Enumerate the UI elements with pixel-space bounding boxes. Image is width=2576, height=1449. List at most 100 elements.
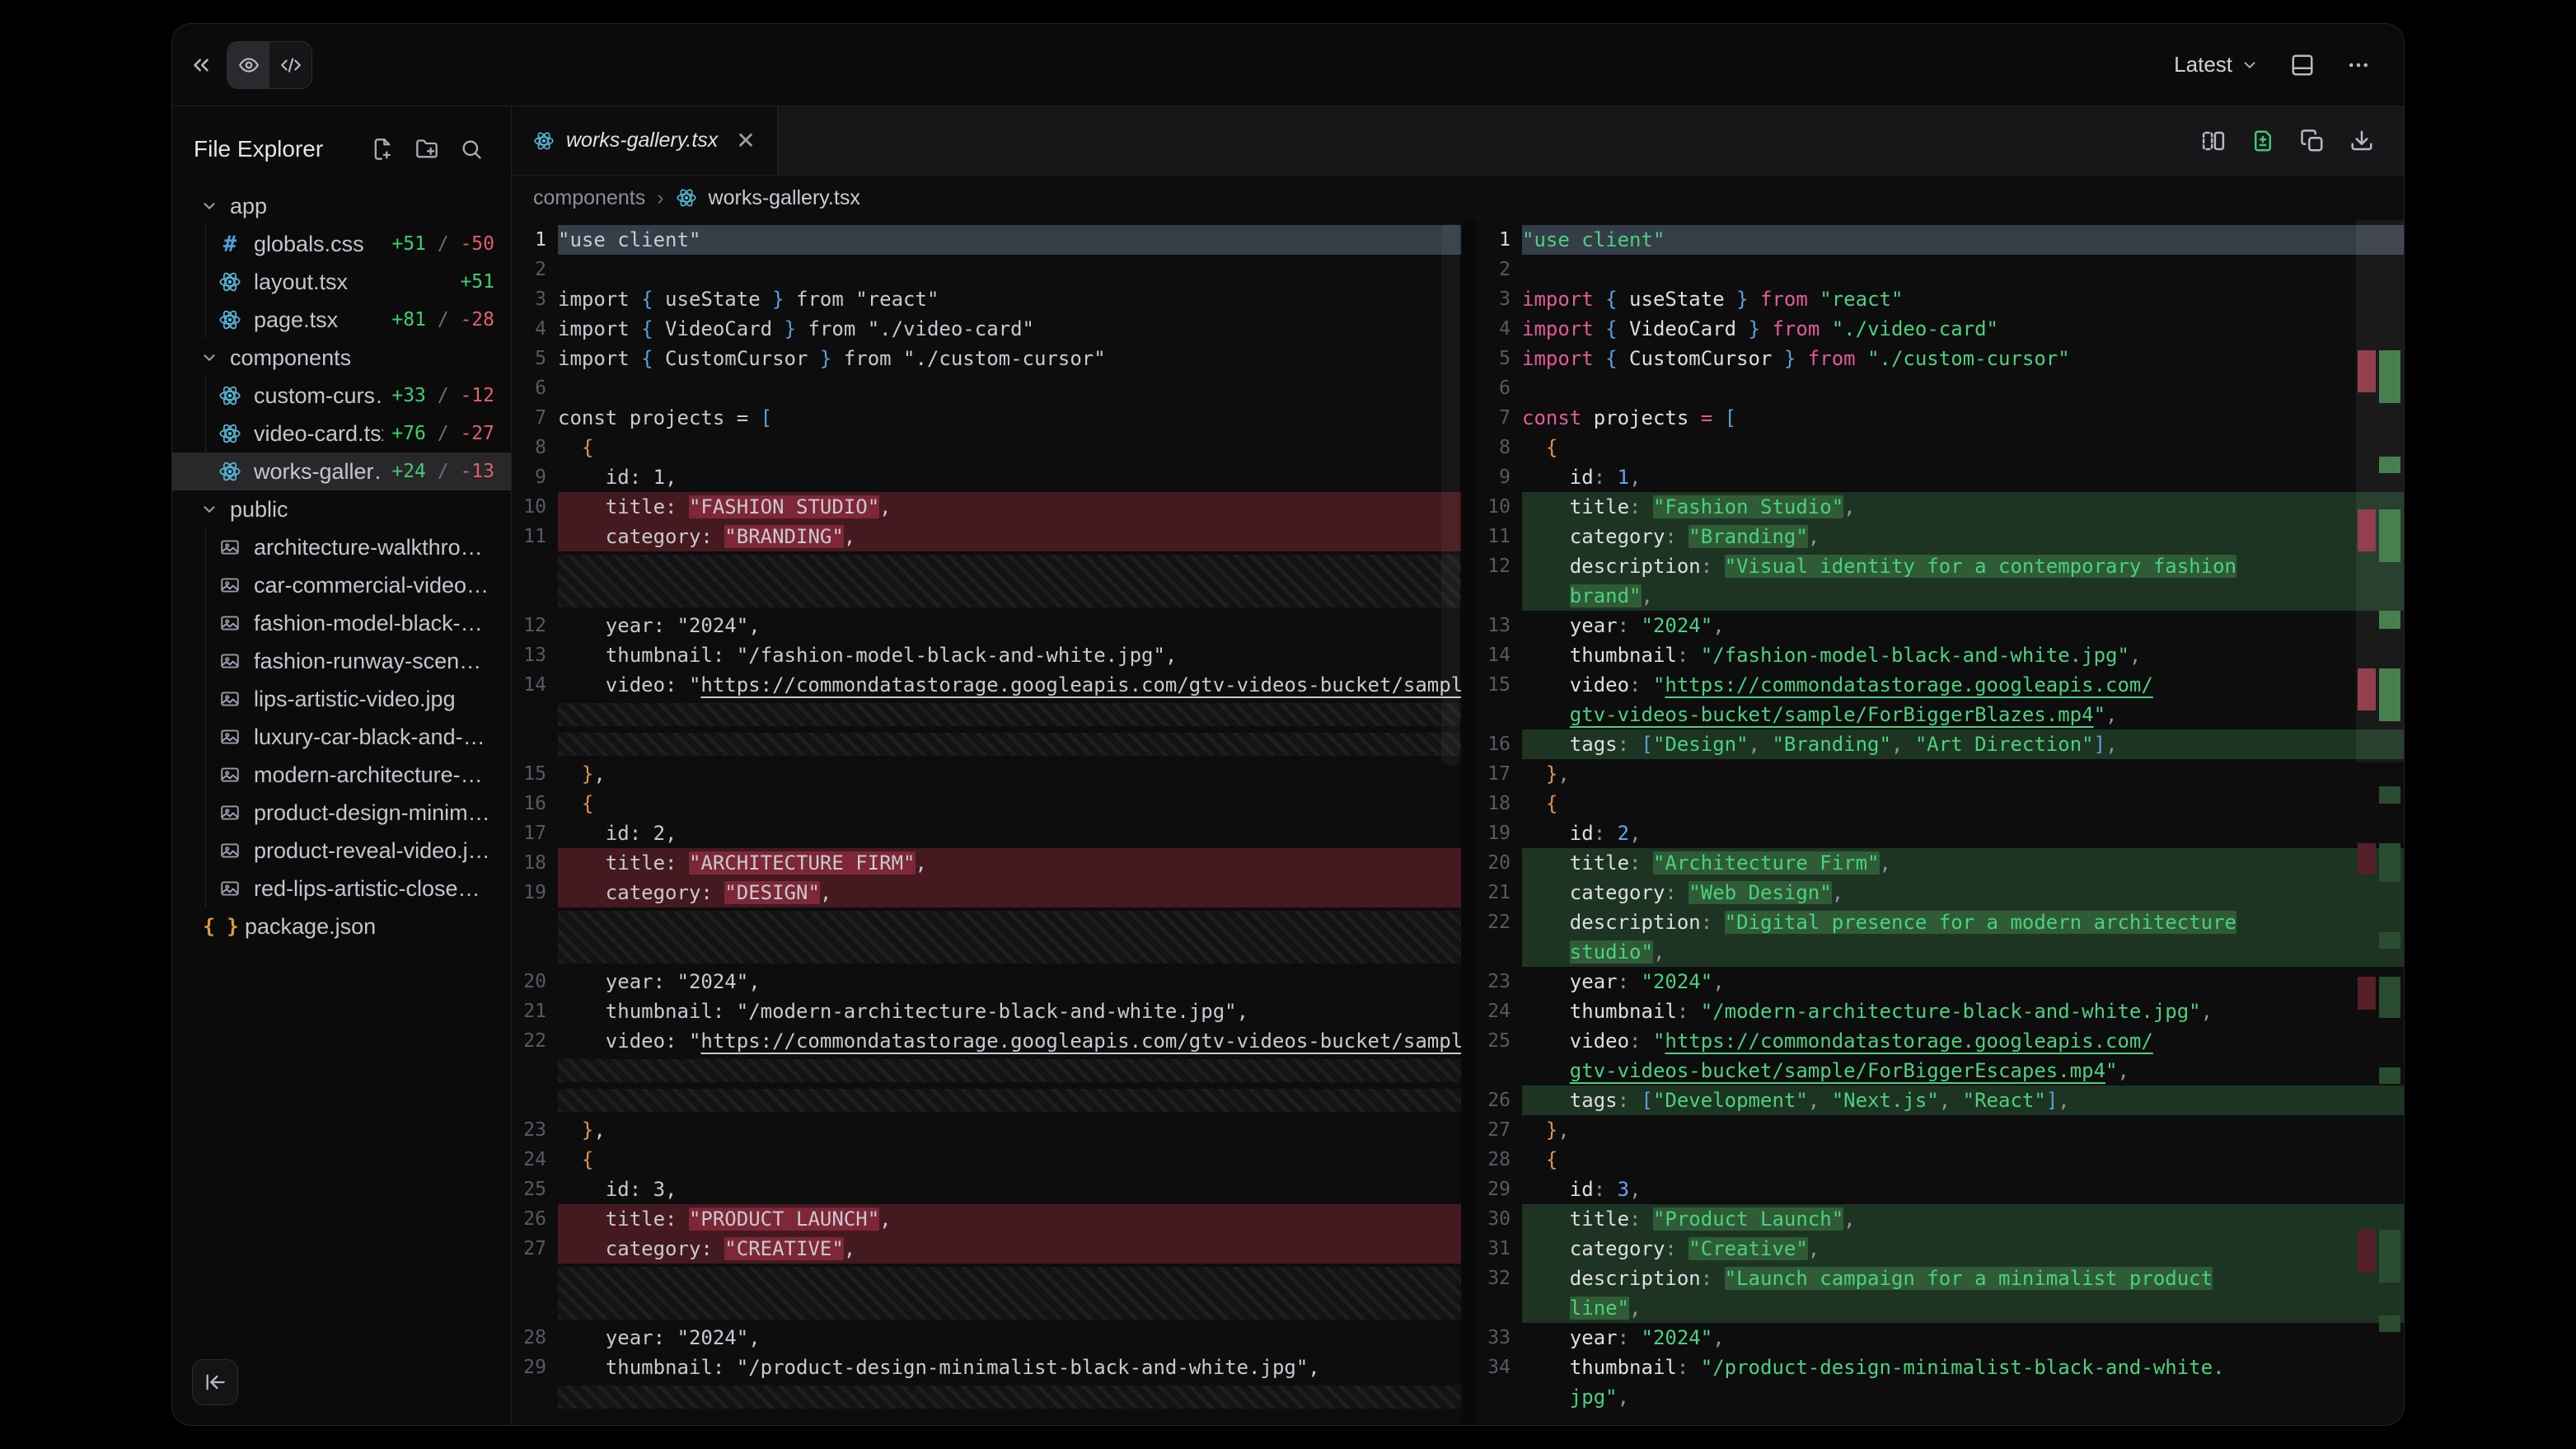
code-line[interactable]: 9 id: 1, <box>512 462 1461 492</box>
code-line[interactable]: 5import { CustomCursor } from "./custom-… <box>512 344 1461 373</box>
tree-file-red-lips-artistic-close-[interactable]: red-lips-artistic-close… <box>172 870 511 907</box>
tree-file-modern-architecture-[interactable]: modern-architecture-… <box>172 756 511 794</box>
tree-folder-public[interactable]: public <box>172 490 511 528</box>
code-line[interactable]: 30 title: "Product Launch", <box>1476 1204 2404 1234</box>
code-line[interactable]: 29 thumbnail: "/product-design-minimalis… <box>512 1353 1461 1382</box>
code-line[interactable]: 14 video: "https://commondatastorage.goo… <box>512 670 1461 700</box>
code-line[interactable]: 16 tags: ["Design", "Branding", "Art Dir… <box>1476 729 2404 759</box>
tree-file-layout.tsx[interactable]: layout.tsx+51 <box>172 263 511 301</box>
code-line[interactable]: 27 }, <box>1476 1115 2404 1145</box>
tree-file-product-reveal-video.j-[interactable]: product-reveal-video.j… <box>172 832 511 870</box>
code-line[interactable]: 26 tags: ["Development", "Next.js", "Rea… <box>1476 1086 2404 1115</box>
code-line[interactable]: 20 title: "Architecture Firm", <box>1476 848 2404 878</box>
code-line[interactable]: 25 video: "https://commondatastorage.goo… <box>1476 1026 2404 1056</box>
code-line[interactable]: 15 video: "https://commondatastorage.goo… <box>1476 670 2404 700</box>
tree-file-car-commercial-video-[interactable]: car-commercial-video… <box>172 566 511 604</box>
new-folder-icon[interactable] <box>415 138 438 161</box>
code-line[interactable]: 8 { <box>512 433 1461 462</box>
code-line[interactable]: 15 }, <box>512 759 1461 789</box>
diff-overview-ruler[interactable] <box>2356 220 2404 1425</box>
code-line[interactable]: 7const projects = [ <box>1476 403 2404 433</box>
code-line[interactable]: 19 id: 2, <box>1476 818 2404 848</box>
code-line[interactable]: 1"use client" <box>1476 225 2404 255</box>
code-line[interactable]: 4import { VideoCard } from "./video-card… <box>512 314 1461 344</box>
scrollbar-thumb[interactable] <box>1441 223 1459 766</box>
tree-file-video-card.tsx[interactable]: video-card.tsx+76 / -27 <box>172 415 511 453</box>
code-line[interactable]: 21 category: "Web Design", <box>1476 878 2404 907</box>
code-line[interactable]: 6 <box>512 373 1461 403</box>
tree-file-custom-curs-[interactable]: custom-curs…+33 / -12 <box>172 377 511 415</box>
ellipsis-icon[interactable] <box>2346 53 2371 77</box>
code-line[interactable]: gtv-videos-bucket/sample/ForBiggerEscape… <box>1476 1056 2404 1086</box>
breadcrumb-file[interactable]: works-gallery.tsx <box>709 186 860 210</box>
close-icon[interactable]: ✕ <box>736 127 755 154</box>
code-line[interactable]: 5import { CustomCursor } from "./custom-… <box>1476 344 2404 373</box>
split-view-icon[interactable] <box>2201 129 2226 153</box>
code-line[interactable]: 22 description: "Digital presence for a … <box>1476 907 2404 937</box>
copy-icon[interactable] <box>2300 129 2325 153</box>
code-line[interactable]: 17 id: 2, <box>512 818 1461 848</box>
new-file-icon[interactable] <box>371 138 394 161</box>
code-line[interactable]: gtv-videos-bucket/sample/ForBiggerBlazes… <box>1476 700 2404 729</box>
tree-file-fashion-model-black-[interactable]: fashion-model-black-… <box>172 604 511 642</box>
code-line[interactable]: line", <box>1476 1293 2404 1323</box>
tree-file-luxury-car-black-and-[interactable]: luxury-car-black-and-… <box>172 718 511 756</box>
search-icon[interactable] <box>460 138 483 161</box>
chevrons-left-icon[interactable] <box>189 53 213 77</box>
code-line[interactable]: 10 title: "FASHION STUDIO", <box>512 492 1461 522</box>
code-line[interactable]: 12 description: "Visual identity for a c… <box>1476 551 2404 581</box>
code-line[interactable]: 11 category: "BRANDING", <box>512 522 1461 551</box>
pane-divider[interactable] <box>1461 220 1476 1425</box>
code-line[interactable]: 12 year: "2024", <box>512 611 1461 640</box>
code-line[interactable]: 11 category: "Branding", <box>1476 522 2404 551</box>
code-line[interactable]: 28 { <box>1476 1145 2404 1175</box>
file-diff-icon[interactable] <box>2250 129 2275 153</box>
tree-file-product-design-minim-[interactable]: product-design-minim… <box>172 794 511 832</box>
code-line[interactable]: 34 thumbnail: "/product-design-minimalis… <box>1476 1353 2404 1382</box>
tree-file-architecture-walkthro-[interactable]: architecture-walkthro… <box>172 528 511 566</box>
code-line[interactable]: brand", <box>1476 581 2404 611</box>
code-line[interactable]: 25 id: 3, <box>512 1175 1461 1204</box>
tree-folder-app[interactable]: app <box>172 187 511 225</box>
version-dropdown[interactable]: Latest <box>2174 52 2259 77</box>
code-line[interactable]: 13 thumbnail: "/fashion-model-black-and-… <box>512 640 1461 670</box>
tree-file-works-galler-[interactable]: works-galler…+24 / -13 <box>172 453 511 490</box>
code-line[interactable]: 18 { <box>1476 789 2404 818</box>
tree-folder-components[interactable]: components <box>172 339 511 377</box>
panel-bottom-icon[interactable] <box>2290 53 2315 77</box>
tree-file-globals.css[interactable]: #globals.css+51 / -50 <box>172 225 511 263</box>
code-line[interactable]: studio", <box>1476 937 2404 967</box>
code-line[interactable]: 19 category: "DESIGN", <box>512 878 1461 907</box>
code-line[interactable]: 17 }, <box>1476 759 2404 789</box>
code-line[interactable]: 3import { useState } from "react" <box>512 284 1461 314</box>
code-line[interactable]: 1"use client" <box>512 225 1461 255</box>
code-line[interactable]: 2 <box>512 255 1461 284</box>
code-line[interactable]: 22 video: "https://commondatastorage.goo… <box>512 1026 1461 1056</box>
code-line[interactable]: 7const projects = [ <box>512 403 1461 433</box>
code-line[interactable]: 23 }, <box>512 1115 1461 1145</box>
code-line[interactable]: 28 year: "2024", <box>512 1323 1461 1353</box>
code-line[interactable]: 24 thumbnail: "/modern-architecture-blac… <box>1476 996 2404 1026</box>
code-line[interactable]: 8 { <box>1476 433 2404 462</box>
code-line[interactable]: 18 title: "ARCHITECTURE FIRM", <box>512 848 1461 878</box>
code-line[interactable]: 14 thumbnail: "/fashion-model-black-and-… <box>1476 640 2404 670</box>
tab-works-gallery[interactable]: works-gallery.tsx ✕ <box>512 106 778 175</box>
code-line[interactable]: 31 category: "Creative", <box>1476 1234 2404 1264</box>
tree-file-fashion-runway-scen-[interactable]: fashion-runway-scen… <box>172 642 511 680</box>
code-line[interactable]: 26 title: "PRODUCT LAUNCH", <box>512 1204 1461 1234</box>
download-icon[interactable] <box>2349 129 2374 153</box>
code-line[interactable]: 24 { <box>512 1145 1461 1175</box>
code-line[interactable]: 6 <box>1476 373 2404 403</box>
tree-file-package.json[interactable]: { }package.json <box>172 907 511 945</box>
code-line[interactable]: jpg", <box>1476 1382 2404 1412</box>
collapse-sidebar-button[interactable] <box>192 1359 238 1405</box>
code-line[interactable]: 16 { <box>512 789 1461 818</box>
code-line[interactable]: 3import { useState } from "react" <box>1476 284 2404 314</box>
code-line[interactable]: 33 year: "2024", <box>1476 1323 2404 1353</box>
preview-toggle-button[interactable] <box>227 42 269 88</box>
code-line[interactable]: 20 year: "2024", <box>512 967 1461 996</box>
code-toggle-button[interactable] <box>269 42 311 88</box>
code-line[interactable]: 2 <box>1476 255 2404 284</box>
code-line[interactable]: 32 description: "Launch campaign for a m… <box>1476 1264 2404 1293</box>
code-line[interactable]: 21 thumbnail: "/modern-architecture-blac… <box>512 996 1461 1026</box>
